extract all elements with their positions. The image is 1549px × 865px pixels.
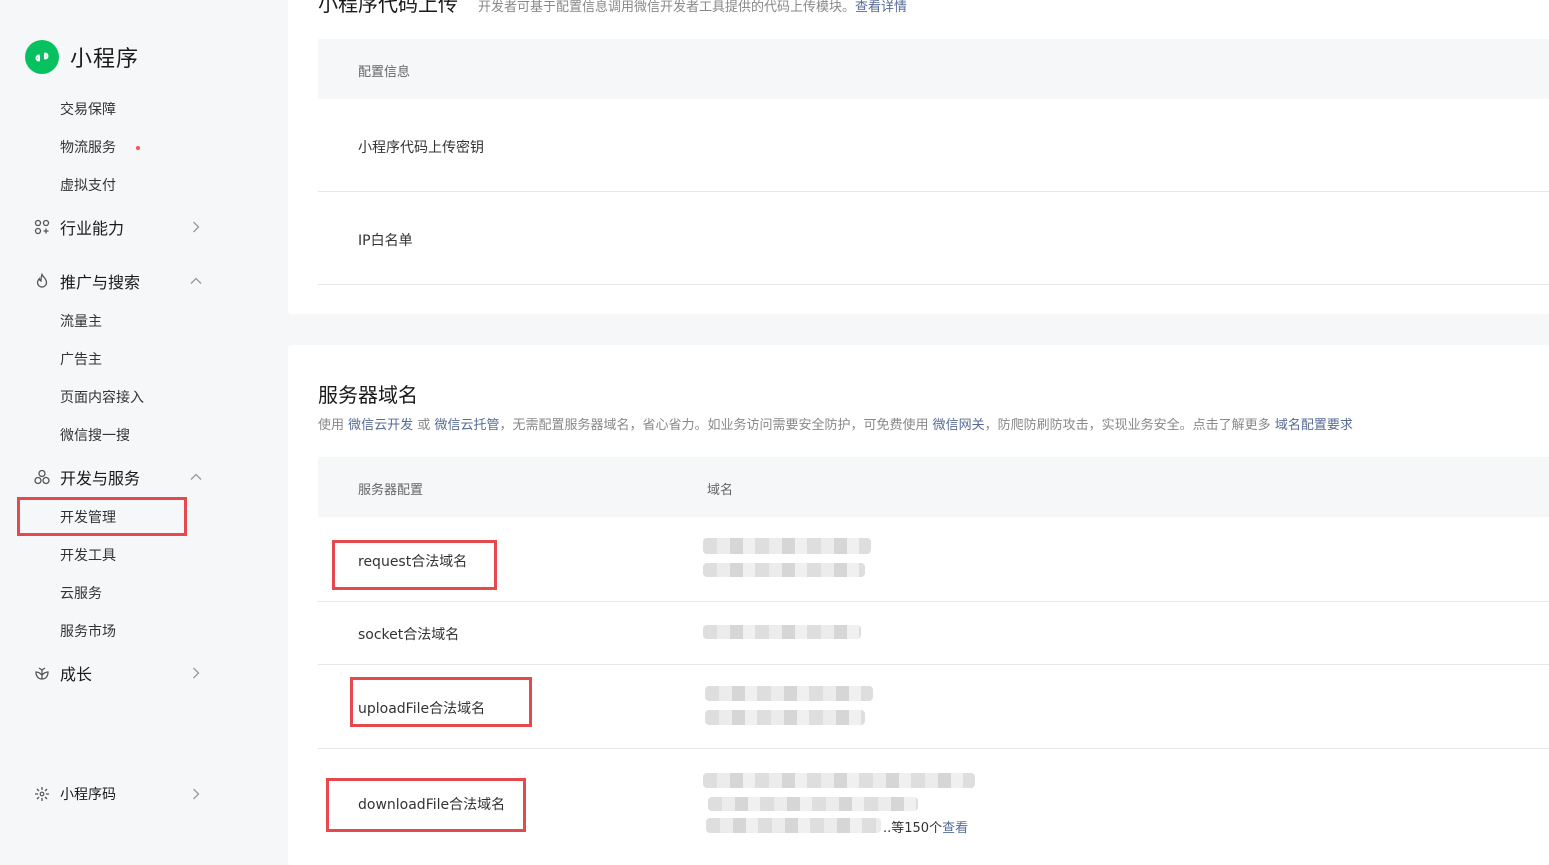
sidebar-item-page-access[interactable]: 页面内容接入 (60, 387, 144, 407)
divider (318, 191, 1549, 192)
sidebar: 小程序 交易保障 物流服务 虚拟支付 行业能力 推广与搜索 流量主 广告主 页面… (0, 0, 287, 836)
sidebar-item-advertiser[interactable]: 广告主 (60, 349, 102, 369)
sidebar-item-virtual-pay[interactable]: 虚拟支付 (60, 175, 116, 195)
ip-whitelist-label: IP白名单 (358, 233, 413, 249)
server-domain-desc: 使用 微信云开发 或 微信云托管，无需配置服务器域名，省心省力。如业务访问需要安… (318, 414, 1353, 433)
highlight-box-request (332, 540, 497, 590)
code-upload-desc-text: 开发者可基于配置信息调用微信开发者工具提供的代码上传模块。 (478, 0, 856, 15)
chevron-right-icon (189, 666, 203, 680)
wechat-cloud-dev-link[interactable]: 微信云开发 (348, 418, 413, 433)
sidebar-group-label: 成长 (60, 665, 93, 684)
sidebar-group-promotion[interactable]: 推广与搜索 (33, 269, 203, 293)
wechat-gateway-link[interactable]: 微信网关 (933, 418, 985, 433)
config-table-header: 配置信息 (318, 39, 1549, 99)
sidebar-item-traffic-owner[interactable]: 流量主 (60, 311, 102, 331)
server-domain-card: 服务器域名 使用 微信云开发 或 微信云托管，无需配置服务器域名，省心省力。如业… (288, 345, 1549, 865)
divider (318, 748, 1549, 749)
chevron-up-icon (189, 470, 203, 484)
sidebar-item-trade-guarantee[interactable]: 交易保障 (60, 99, 116, 119)
blurred-domain (708, 797, 918, 811)
sidebar-group-industry[interactable]: 行业能力 (33, 215, 203, 239)
sidebar-group-label: 推广与搜索 (60, 273, 141, 292)
blurred-domain (703, 563, 865, 577)
server-config-header: 服务器配置 (358, 483, 424, 498)
code-upload-title: 小程序代码上传 (318, 0, 458, 16)
sidebar-group-dev-service[interactable]: 开发与服务 (33, 465, 203, 489)
upload-key-label: 小程序代码上传密钥 (358, 140, 484, 156)
sidebar-item-wechat-search[interactable]: 微信搜一搜 (60, 425, 130, 445)
domain-requirements-link[interactable]: 域名配置要求 (1275, 418, 1353, 433)
sidebar-item-label: 小程序码 (60, 787, 116, 803)
highlight-box-upload-file (350, 677, 532, 727)
socket-domain-label: socket合法域名 (358, 627, 460, 643)
growth-icon (33, 664, 51, 682)
divider (318, 284, 1549, 285)
app-logo[interactable]: 小程序 (25, 40, 139, 74)
sidebar-item-cloud-service[interactable]: 云服务 (60, 583, 102, 603)
app-title: 小程序 (70, 47, 140, 72)
domain-table-header: 服务器配置 域名 (318, 457, 1549, 517)
wechat-cloud-hosting-link[interactable]: 微信云托管 (434, 418, 499, 433)
mini-program-logo-icon (25, 40, 59, 74)
code-upload-card: 小程序代码上传 开发者可基于配置信息调用微信开发者工具提供的代码上传模块。查看详… (288, 0, 1549, 314)
code-upload-desc: 开发者可基于配置信息调用微信开发者工具提供的代码上传模块。查看详情 (478, 0, 907, 15)
divider (318, 601, 1549, 602)
blurred-domain (705, 710, 865, 725)
sidebar-item-service-market[interactable]: 服务市场 (60, 621, 116, 641)
highlight-box-download-file (326, 778, 526, 832)
flame-icon (33, 272, 51, 290)
config-header: 配置信息 (358, 65, 411, 80)
chevron-right-icon (189, 220, 203, 234)
sidebar-group-growth[interactable]: 成长 (33, 661, 203, 685)
sidebar-item-mini-code[interactable]: 小程序码 (33, 784, 203, 804)
domain-header: 域名 (707, 483, 734, 498)
blurred-domain (703, 773, 975, 788)
desc-text: 或 (417, 418, 431, 433)
blurred-domain (703, 538, 871, 554)
sidebar-group-label: 开发与服务 (60, 469, 141, 488)
server-domain-title: 服务器域名 (318, 383, 418, 407)
chevron-right-icon (189, 787, 203, 801)
sidebar-item-logistics[interactable]: 物流服务 (60, 137, 116, 157)
blurred-domain (706, 818, 881, 833)
highlight-box-dev-manage (17, 497, 187, 536)
divider (318, 664, 1549, 665)
sidebar-item-dev-tools[interactable]: 开发工具 (60, 545, 116, 565)
sidebar-group-label: 行业能力 (60, 219, 125, 238)
dev-service-icon (33, 468, 51, 486)
blurred-domain (705, 686, 873, 701)
desc-text: 使用 (318, 418, 345, 433)
notification-dot (136, 146, 140, 150)
blurred-domain (703, 625, 861, 639)
desc-text: ，无需配置服务器域名，省心省力。如业务访问需要安全防护，可免费使用 (499, 418, 929, 433)
domain-count: ..等150个查看 (883, 817, 968, 836)
view-details-link[interactable]: 查看详情 (855, 0, 907, 15)
chevron-up-icon (189, 274, 203, 288)
mini-code-icon (33, 785, 51, 803)
domain-count-text: ..等150个 (883, 821, 943, 836)
industry-icon (33, 218, 51, 236)
view-all-link[interactable]: 查看 (942, 821, 968, 836)
desc-text: ，防爬防刷防攻击，实现业务安全。点击了解更多 (984, 418, 1271, 433)
